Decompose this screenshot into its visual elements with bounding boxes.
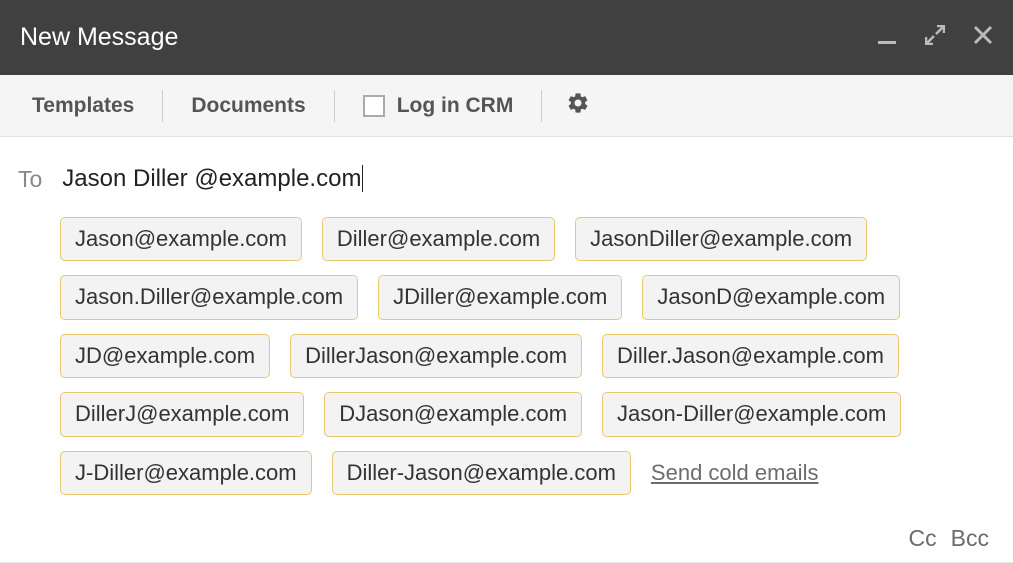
close-icon[interactable]	[973, 25, 993, 50]
email-suggestion-chip[interactable]: JD@example.com	[60, 334, 270, 378]
email-suggestion-chip[interactable]: Diller@example.com	[322, 217, 555, 261]
email-suggestion-chip[interactable]: Diller.Jason@example.com	[602, 334, 899, 378]
cc-button[interactable]: Cc	[909, 525, 937, 552]
email-suggestion-chip[interactable]: Diller-Jason@example.com	[332, 451, 631, 495]
log-in-crm-toggle[interactable]: Log in CRM	[359, 94, 518, 118]
email-suggestion-chip[interactable]: Jason@example.com	[60, 217, 302, 261]
cc-bcc-row: Cc Bcc	[0, 507, 1013, 562]
settings-button[interactable]	[566, 91, 590, 120]
to-input-wrap[interactable]: Jason Diller @example.com	[62, 165, 363, 193]
minimize-icon[interactable]	[877, 25, 897, 50]
log-in-crm-label: Log in CRM	[397, 94, 514, 118]
window-controls	[877, 25, 993, 50]
email-suggestion-chip[interactable]: Jason-Diller@example.com	[602, 392, 901, 436]
documents-button[interactable]: Documents	[187, 94, 309, 118]
to-input[interactable]: Jason Diller @example.com	[62, 165, 363, 192]
to-label: To	[18, 166, 42, 193]
email-suggestion-chip[interactable]: Jason.Diller@example.com	[60, 275, 358, 319]
window-title: New Message	[20, 23, 178, 52]
expand-icon[interactable]	[925, 25, 945, 50]
email-suggestion-chip[interactable]: DillerJ@example.com	[60, 392, 304, 436]
toolbar: Templates Documents Log in CRM	[0, 75, 1013, 137]
email-suggestion-chip[interactable]: J-Diller@example.com	[60, 451, 312, 495]
toolbar-divider	[334, 90, 335, 122]
bcc-button[interactable]: Bcc	[951, 525, 989, 552]
email-suggestion-chip[interactable]: JasonD@example.com	[642, 275, 900, 319]
recipients-area: To Jason Diller @example.com Jason@examp…	[0, 137, 1013, 507]
to-row: To Jason Diller @example.com	[18, 165, 995, 193]
toolbar-divider	[162, 90, 163, 122]
email-suggestion-chip[interactable]: JasonDiller@example.com	[575, 217, 867, 261]
titlebar: New Message	[0, 0, 1013, 75]
gear-icon	[566, 91, 590, 120]
checkbox-icon[interactable]	[363, 95, 385, 117]
email-suggestions: Jason@example.com Diller@example.com Jason…	[18, 217, 995, 495]
email-suggestion-chip[interactable]: DillerJason@example.com	[290, 334, 582, 378]
send-cold-emails-link[interactable]: Send cold emails	[651, 460, 819, 486]
email-suggestion-chip[interactable]: DJason@example.com	[324, 392, 582, 436]
email-suggestion-chip[interactable]: JDiller@example.com	[378, 275, 622, 319]
toolbar-divider	[541, 90, 542, 122]
templates-button[interactable]: Templates	[28, 94, 138, 118]
